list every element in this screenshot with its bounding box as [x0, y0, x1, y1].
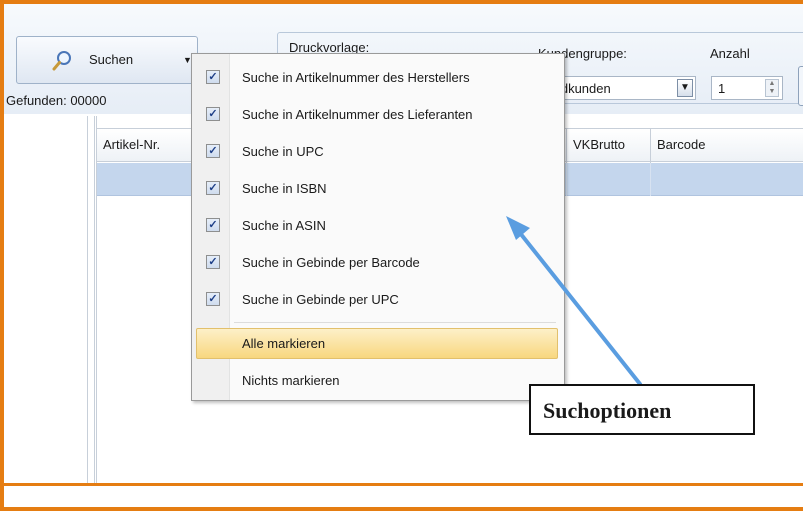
arrow-shaft	[518, 231, 642, 386]
arrow-head	[506, 216, 530, 240]
annotation-callout: Suchoptionen	[529, 384, 755, 435]
